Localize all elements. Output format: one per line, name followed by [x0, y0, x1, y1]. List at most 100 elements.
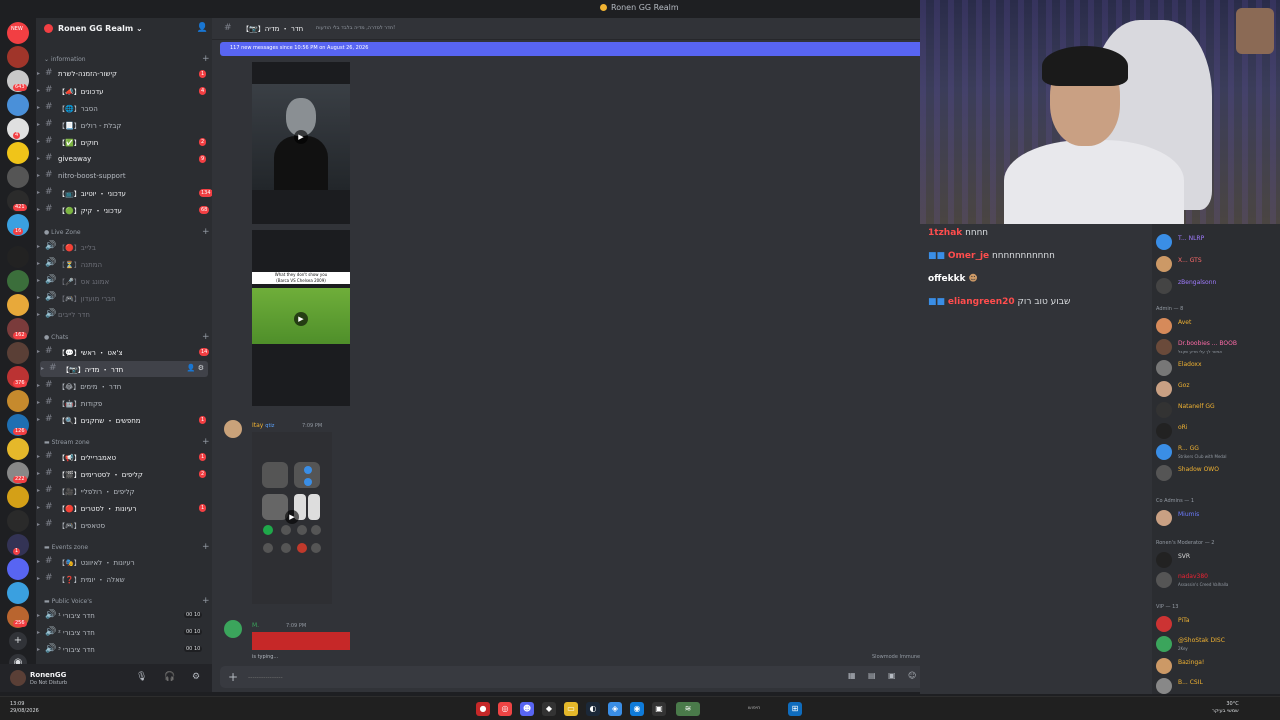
voice-channel[interactable]: ▸ 🔊 חדר ציבורי ³ 00 10 — [36, 642, 212, 658]
channel-item[interactable]: ▸ # 【📢】טאמבריילים 1 — [36, 449, 212, 465]
sticker-icon[interactable]: ▣ — [888, 671, 896, 680]
channel-item[interactable]: ▸ # 【✅】חוקים 2 — [36, 134, 212, 150]
microphone-icon[interactable]: 🎙 — [136, 672, 147, 682]
member-item[interactable]: B... CSIL — [1152, 676, 1280, 694]
app-icon[interactable]: ◈ — [608, 702, 622, 716]
member-item[interactable]: Goz — [1152, 379, 1280, 399]
play-icon[interactable]: ▶ — [294, 130, 308, 144]
voice-channel[interactable]: ▸ 🔊 חדר ציבורי ² 00 10 — [36, 625, 212, 641]
channel-item[interactable]: ▸ # 【📣】עדכונים 4 — [36, 83, 212, 99]
member-item[interactable]: @ShoStak DISC 2Key — [1152, 634, 1280, 654]
channel-item[interactable]: ▸ # giveaway 9 — [36, 151, 212, 167]
avatar[interactable] — [224, 420, 242, 438]
channel-item[interactable]: ▸ # 【🔴】רעיונות ・ לסטרים 1 — [36, 500, 212, 516]
server-icon[interactable] — [7, 46, 29, 68]
add-channel-icon[interactable]: + — [202, 227, 210, 237]
server-icon[interactable] — [7, 558, 29, 580]
server-icon[interactable]: 376 — [7, 366, 29, 388]
play-icon[interactable]: ▶ — [285, 510, 299, 524]
message-input[interactable] — [248, 670, 748, 684]
server-icon[interactable]: 421 — [7, 190, 29, 212]
channel-item[interactable]: ▸ # 【🎮】סטאפים — [36, 517, 212, 533]
video-attachment[interactable]: What they don't show you (Barca VS Chelse… — [252, 230, 350, 406]
video-attachment[interactable]: ▶ — [252, 62, 350, 224]
member-item[interactable]: nadav380 Assassin's Creed Valhalla — [1152, 570, 1280, 590]
server-icon[interactable]: 4 — [7, 118, 29, 140]
server-icon[interactable] — [7, 294, 29, 316]
server-icon[interactable] — [7, 438, 29, 460]
windows-start-icon[interactable]: ⊞ — [788, 702, 802, 716]
channel-item[interactable]: ▸ # nitro-boost-support — [36, 168, 212, 184]
server-icon[interactable]: 643 — [7, 70, 29, 92]
member-item[interactable]: Bazinga! — [1152, 656, 1280, 676]
server-icon[interactable] — [7, 342, 29, 364]
taskbar-search[interactable]: חיפוש — [748, 705, 760, 711]
folder-icon[interactable]: ▭ — [564, 702, 578, 716]
video-attachment[interactable]: ▶ — [252, 432, 332, 604]
server-icon[interactable]: 222 — [7, 462, 29, 484]
avatar[interactable] — [10, 670, 26, 686]
avatar[interactable] — [224, 620, 242, 638]
server-icon[interactable] — [7, 166, 29, 188]
gift-icon[interactable]: ▦ — [848, 671, 856, 680]
app-icon[interactable]: ◆ — [542, 702, 556, 716]
server-icon[interactable] — [7, 94, 29, 116]
category-stream-zone[interactable]: ▬ Stream zone + — [44, 437, 210, 447]
server-icon[interactable]: 16 — [7, 214, 29, 236]
server-icon[interactable] — [7, 486, 29, 508]
server-icon[interactable]: 162 — [7, 318, 29, 340]
channel-item[interactable]: ▸ # 【📺】עדכוני ・ יוטיוב 134 — [36, 185, 213, 201]
weather-widget[interactable]: 30°C שמשי בעיקר — [1212, 701, 1239, 715]
member-item[interactable]: R... GG Strikers Club with Medal — [1152, 442, 1280, 462]
server-icon[interactable] — [7, 246, 29, 268]
channel-item[interactable]: ▸ # 【🔍】מחפשים ・ שחקנים 1 — [36, 412, 212, 428]
channel-item[interactable]: ▸ # 【🟢】עדכוני ・ קיק 68 — [36, 202, 212, 218]
app-icon[interactable]: ▣ — [652, 702, 666, 716]
voice-channel[interactable]: ▸ 🔊 חדר ציבורי ¹ 00 10 — [36, 608, 212, 624]
member-item[interactable]: PiTa — [1152, 614, 1280, 634]
server-icon[interactable]: 256 — [7, 606, 29, 628]
message-author[interactable]: Itay qtiz — [252, 422, 274, 429]
channel-item[interactable]: ▸ # 【🎬】קליפים ・ לסטרימים 2 — [36, 466, 212, 482]
member-item[interactable]: Eladoxx — [1152, 358, 1280, 378]
server-icon[interactable] — [7, 510, 29, 532]
discord-icon[interactable]: ☻ — [520, 702, 534, 716]
channel-item[interactable]: ▸ 🔊 【🔴】בלייב — [36, 239, 212, 255]
image-attachment[interactable] — [252, 632, 350, 650]
member-item[interactable]: Shadow OWO — [1152, 463, 1280, 483]
channel-item[interactable]: ▸ # 【😂】חדר ・ מימים — [36, 378, 212, 394]
gif-icon[interactable]: ▤ — [868, 671, 876, 680]
headphones-icon[interactable]: 🎧 — [164, 672, 175, 682]
server-icon[interactable] — [7, 270, 29, 292]
channel-item[interactable]: ▸ # 【🤖】פקודות — [36, 395, 212, 411]
add-channel-icon[interactable]: + — [202, 437, 210, 447]
channel-item[interactable]: ▸ 🔊 【🎮】חברי מועדון — [36, 290, 212, 306]
member-item[interactable]: SVR — [1152, 550, 1280, 570]
channel-item[interactable]: ▸ # 【💬】צ'אט ・ ראשי 14 — [36, 344, 212, 360]
channel-settings-icon[interactable]: 👤 ⚙ — [187, 364, 204, 372]
server-icon[interactable]: 126 — [7, 414, 29, 436]
member-item[interactable]: T... NLRP — [1152, 232, 1280, 252]
category-live-zone[interactable]: ● Live Zone + — [44, 227, 210, 237]
category-events-zone[interactable]: ▬ Events zone + — [44, 542, 210, 552]
category-information[interactable]: ⌄ information + — [44, 54, 210, 64]
server-header[interactable]: Ronen GG Realm ⌄ 👤 — [36, 18, 212, 40]
channel-item[interactable]: ▸ # 【🎥】קליפים ・ רולפליי — [36, 483, 212, 499]
server-icon[interactable] — [7, 582, 29, 604]
new-messages-banner[interactable]: 117 new messages since 10:56 PM on Augus… — [220, 42, 920, 56]
app-icon[interactable]: ● — [476, 702, 490, 716]
message-author[interactable]: M. — [252, 622, 259, 629]
attach-plus-icon[interactable]: + — [228, 670, 238, 684]
category-chats[interactable]: ● Chats + — [44, 332, 210, 342]
steam-icon[interactable]: ◐ — [586, 702, 600, 716]
emoji-icon[interactable]: ☺ — [908, 671, 916, 680]
channel-item[interactable]: ▸ # 【❓】שאלה ・ יומית — [36, 571, 212, 587]
member-item[interactable]: Miumis — [1152, 508, 1280, 528]
chrome-icon[interactable]: ◎ — [498, 702, 512, 716]
gear-icon[interactable]: ⚙ — [192, 672, 200, 682]
channel-item[interactable]: ▸ # 【📷】חדר ・ מדיה 👤 ⚙ — [40, 361, 208, 377]
server-icon[interactable] — [7, 142, 29, 164]
channel-item[interactable]: ▸ # 【🎭】רעיונות ・ לאיוונט — [36, 554, 212, 570]
add-channel-icon[interactable]: + — [202, 332, 210, 342]
member-item[interactable]: zBengalsonn — [1152, 276, 1280, 296]
